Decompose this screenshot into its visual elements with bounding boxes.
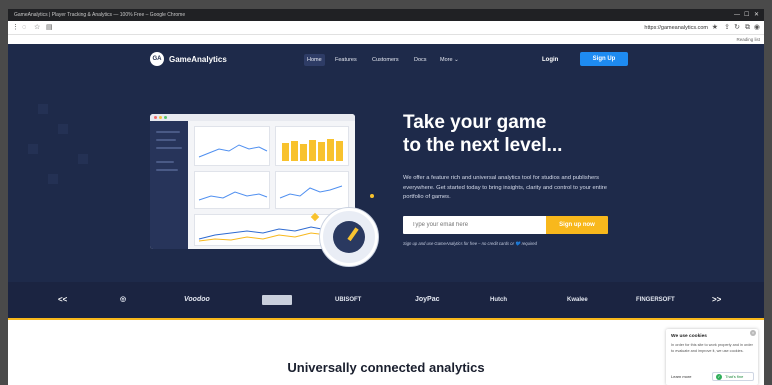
signup-button[interactable]: Sign Up xyxy=(580,52,628,66)
hero-subtext: We offer a feature rich and universal an… xyxy=(403,175,607,200)
login-link[interactable]: Login xyxy=(542,54,558,66)
logo[interactable]: GA GameAnalytics xyxy=(150,52,227,66)
close-window-icon[interactable]: ✕ xyxy=(754,9,759,21)
share-icon[interactable]: ⇪ xyxy=(724,21,730,35)
check-icon: ✓ xyxy=(716,374,722,380)
star-icon[interactable]: ☆ xyxy=(34,21,40,35)
email-input[interactable] xyxy=(403,216,546,234)
logo-kwalee: Kwalee xyxy=(567,297,588,303)
close-icon[interactable]: × xyxy=(750,330,756,336)
decor-square xyxy=(78,154,88,164)
nav-docs[interactable]: Docs xyxy=(411,54,430,66)
logo-mark: GA xyxy=(150,52,164,66)
section-title: Universally connected analytics xyxy=(287,360,485,375)
gauge-illustration xyxy=(320,208,378,266)
logo-joypac: JoyPac xyxy=(415,296,440,303)
placeholder-logo-icon: ◎ xyxy=(120,296,127,303)
bookmark-star-icon[interactable]: ★ xyxy=(712,21,718,35)
dashboard-card-line-3 xyxy=(275,171,349,209)
features-section: Universally connected analytics xyxy=(8,320,764,385)
logo-voodoo: Voodoo xyxy=(184,296,210,303)
nav-features[interactable]: Features xyxy=(332,54,360,66)
decor-square xyxy=(28,144,38,154)
headline-line-2: to the next level... xyxy=(403,135,563,156)
hero-section: GA GameAnalytics Home Features Customers… xyxy=(8,44,764,282)
mini-bar-chart xyxy=(282,139,343,161)
cookie-accept-label: That's fine xyxy=(725,374,744,379)
gauge-center xyxy=(333,221,365,253)
window-title: GameAnalytics | Player Tracking & Analyt… xyxy=(14,12,186,18)
back-icon[interactable]: ⋮ xyxy=(12,21,19,35)
gauge-needle xyxy=(347,227,359,242)
maximize-icon[interactable]: ☐ xyxy=(744,9,749,21)
decor-square xyxy=(38,104,48,114)
tab-search-icon[interactable]: ▤ xyxy=(46,21,53,35)
window-titlebar: GameAnalytics | Player Tracking & Analyt… xyxy=(8,9,764,21)
mini-line-chart-2 xyxy=(198,191,268,201)
reading-list[interactable]: Reading list xyxy=(736,35,760,44)
signup-now-button[interactable]: Sign up now xyxy=(546,216,608,234)
nav-more[interactable]: More ⌄ xyxy=(437,54,462,66)
minimize-icon[interactable]: — xyxy=(734,9,740,21)
logo-ubisoft: UBISOFT xyxy=(335,297,362,303)
mini-line-chart xyxy=(198,144,268,158)
mini-line-chart-3 xyxy=(279,185,343,199)
next-arrow[interactable]: >> xyxy=(712,294,721,306)
sidebar-line xyxy=(156,147,182,149)
screen: GameAnalytics | Player Tracking & Analyt… xyxy=(0,0,772,385)
browser-window: GameAnalytics | Player Tracking & Analyt… xyxy=(8,9,764,385)
logo-fingersoft: FINGERSOFT xyxy=(636,297,675,303)
cookie-learn-more[interactable]: Learn more xyxy=(671,373,691,381)
dashboard-card-line xyxy=(194,126,270,166)
nav-more-label: More xyxy=(440,57,453,63)
customer-logos-strip: << ◎ Voodoo UBISOFT JoyPac Hutch Kwalee … xyxy=(8,282,764,318)
window-dot xyxy=(154,116,157,119)
decor-square xyxy=(48,174,58,184)
dashboard-sidebar xyxy=(150,121,188,249)
top-navigation: GA GameAnalytics Home Features Customers… xyxy=(8,44,764,74)
brand-name: GameAnalytics xyxy=(169,54,227,64)
window-dot xyxy=(164,116,167,119)
reload-icon[interactable]: ◌ xyxy=(22,21,26,35)
dashboard-topbar xyxy=(150,114,355,121)
window-dot xyxy=(159,116,162,119)
hero-headline: Take your game to the next level... xyxy=(403,111,663,157)
sidebar-line xyxy=(156,131,180,133)
logo-hutch: Hutch xyxy=(490,297,507,303)
sparkle-dot xyxy=(370,194,374,198)
tab-icon[interactable]: ⧉ xyxy=(745,21,750,35)
logo-badge xyxy=(262,295,292,305)
cookie-banner: × We use cookies In order for this site … xyxy=(666,329,758,385)
sidebar-line xyxy=(156,161,174,163)
dashboard-card-bars xyxy=(275,126,349,166)
fine-print: Sign up and use GameAnalytics for free –… xyxy=(403,241,537,246)
nav-customers[interactable]: Customers xyxy=(369,54,402,66)
headline-line-1: Take your game xyxy=(403,112,547,133)
nav-home[interactable]: Home xyxy=(304,54,325,66)
decor-square xyxy=(58,124,68,134)
address-bar: ⋮ ◌ ☆ ▤ https://gameanalytics.com ★ ⇪ ↻ … xyxy=(8,21,764,35)
sidebar-line xyxy=(156,169,178,171)
dashboard-card-line-2 xyxy=(194,171,270,209)
profile-icon[interactable]: ◉ xyxy=(754,21,760,35)
bookmarks-bar: Reading list xyxy=(8,35,764,44)
sidebar-line xyxy=(156,139,176,141)
refresh-icon[interactable]: ↻ xyxy=(734,21,740,35)
prev-arrow[interactable]: << xyxy=(58,294,67,306)
cookie-body: In order for this site to work properly … xyxy=(671,343,753,353)
url-field[interactable]: https://gameanalytics.com xyxy=(644,21,708,35)
website: GA GameAnalytics Home Features Customers… xyxy=(8,44,764,385)
cookie-accept-button[interactable]: ✓ That's fine xyxy=(712,372,754,381)
chevron-down-icon: ⌄ xyxy=(454,57,459,63)
cookie-title: We use cookies xyxy=(671,334,707,339)
